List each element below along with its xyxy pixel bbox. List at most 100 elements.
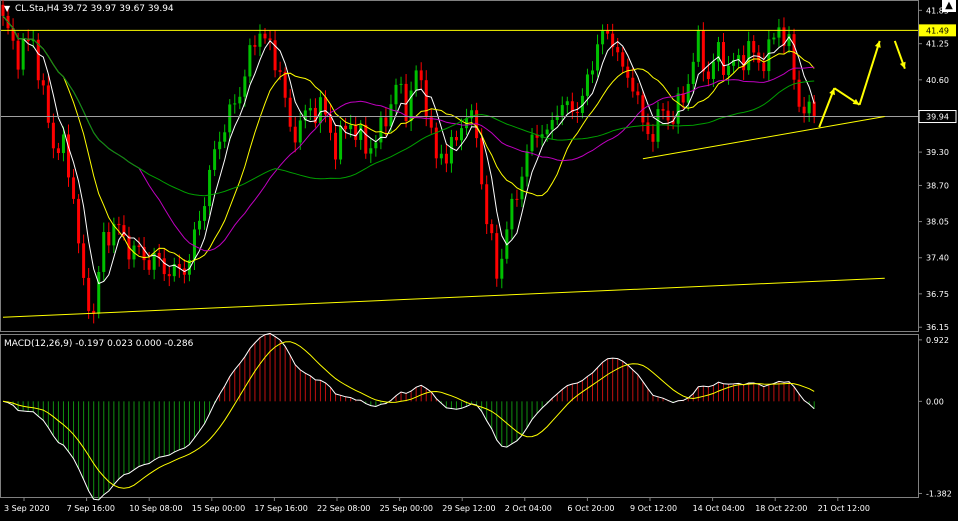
candle-body — [606, 30, 610, 34]
candle-body — [792, 34, 796, 80]
price-tick-label: 38.05 — [926, 218, 949, 227]
candle-body — [82, 243, 86, 278]
candle-body — [419, 70, 423, 81]
time-tick-label: 18 Oct 22:00 — [755, 504, 807, 513]
candle-body — [308, 107, 312, 111]
candle-body — [762, 62, 766, 72]
candle-body — [21, 38, 25, 70]
macd-main-line — [2, 332, 815, 501]
candle-body — [591, 70, 594, 75]
candle-body — [162, 258, 166, 275]
candle-body — [490, 224, 494, 234]
candle-body — [807, 101, 811, 114]
price-tick-label: 36.75 — [926, 290, 949, 299]
forecast-arrow-head — [874, 40, 881, 48]
candle-body — [389, 104, 393, 127]
candle-body — [198, 220, 201, 230]
candle-body — [444, 153, 448, 164]
candle-body — [102, 232, 106, 272]
chart-canvas[interactable]: 41.8541.2540.6039.3038.7038.0537.4036.75… — [0, 0, 958, 517]
candle-body — [454, 137, 458, 141]
candle-body — [621, 52, 625, 67]
time-tick-label: 21 Oct 12:00 — [818, 504, 870, 513]
axis-labels-layer: 41.8541.2540.6039.3038.7038.0537.4036.75… — [4, 6, 957, 513]
time-tick-label: 9 Oct 12:00 — [630, 504, 677, 513]
candle-body — [706, 71, 710, 79]
candle-body — [742, 55, 746, 71]
candle-body — [117, 223, 121, 226]
resistance-price-label: 41.49 — [926, 26, 949, 35]
candle-body — [530, 134, 534, 152]
candle-body — [243, 76, 247, 97]
candle-body — [107, 232, 111, 246]
candle-body — [666, 110, 670, 121]
candle-body — [374, 142, 378, 149]
candle-body — [293, 126, 297, 143]
candle-body — [449, 137, 453, 164]
candle-body — [696, 30, 700, 62]
candle-body — [359, 124, 363, 140]
candle-body — [560, 105, 564, 116]
candle-body — [510, 198, 514, 230]
candle-body — [424, 80, 428, 118]
candle-body — [364, 124, 368, 154]
candle-body — [288, 97, 292, 127]
candle-body — [233, 103, 237, 105]
candle-body — [258, 33, 262, 47]
candle-body — [812, 101, 816, 117]
candle-body — [787, 34, 791, 47]
candle-body — [167, 274, 171, 277]
current-price-label: 39.94 — [926, 113, 949, 122]
candle-body — [616, 47, 620, 53]
symbol-arrow-icon: ▼ — [4, 4, 11, 13]
sma-slow-line — [2, 15, 815, 252]
macd-indicator-label: MACD(12,26,9) -0.197 0.023 0.000 -0.286 — [4, 339, 194, 349]
candle-body — [278, 70, 282, 72]
candle-body — [515, 198, 519, 200]
candles-layer — [1, 0, 816, 324]
macd-tick-label: -1.382 — [926, 489, 952, 498]
candle-body — [334, 132, 338, 160]
price-tick-label: 41.25 — [926, 40, 949, 49]
sma-long-line — [2, 15, 815, 197]
candle-body — [565, 101, 569, 106]
candle-body — [626, 66, 630, 78]
candle-body — [399, 83, 403, 85]
candle-body — [218, 141, 222, 150]
macd-tick-label: 0.00 — [926, 397, 944, 406]
candle-body — [67, 134, 70, 178]
candle-body — [87, 277, 91, 311]
price-tick-label: 40.60 — [926, 76, 949, 85]
candle-body — [439, 153, 443, 159]
time-tick-label: 14 Oct 04:00 — [693, 504, 745, 513]
forecast-arrows-layer — [818, 40, 906, 128]
candle-body — [77, 198, 81, 244]
time-tick-label: 6 Oct 20:00 — [567, 504, 614, 513]
candle-body — [797, 79, 801, 107]
candle-body — [238, 96, 242, 104]
candle-body — [349, 124, 353, 130]
candle-body — [480, 138, 484, 185]
scroll-up-icon[interactable]: ▲ — [942, 0, 956, 12]
candle-body — [384, 117, 388, 127]
candle-body — [596, 44, 600, 71]
ohlc-readout: 39.72 39.97 39.67 39.94 — [62, 4, 174, 14]
time-tick-label: 2 Oct 04:00 — [505, 504, 552, 513]
macd-tick-label: 0.922 — [926, 336, 949, 345]
time-tick-label: 22 Sep 08:00 — [317, 504, 370, 513]
candle-body — [575, 112, 579, 114]
candle-body — [61, 134, 65, 154]
candle-body — [318, 97, 322, 124]
candle-body — [223, 132, 227, 142]
candle-body — [722, 42, 725, 75]
candle-body — [772, 37, 776, 40]
candle-body — [691, 61, 695, 84]
candle-body — [263, 33, 267, 39]
trendlines-layer — [2, 116, 885, 318]
candle-body — [727, 65, 731, 75]
candle-body — [701, 30, 705, 72]
candle-body — [208, 169, 212, 207]
candle-body — [268, 38, 272, 41]
candle-body — [354, 124, 358, 140]
candle-body — [520, 176, 524, 200]
